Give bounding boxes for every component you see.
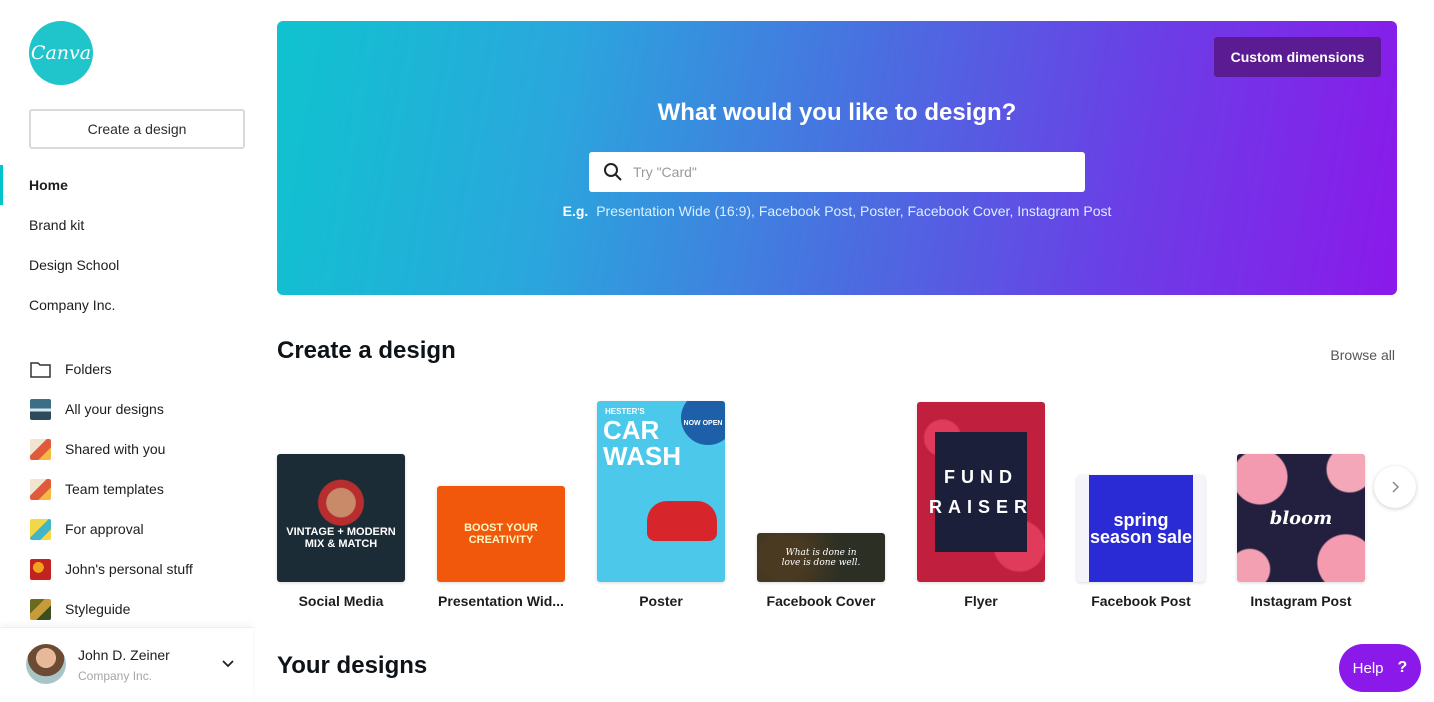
folder-item-team-templates[interactable]: Team templates	[0, 469, 253, 509]
card-label: Social Media	[298, 593, 384, 609]
nav-label: Brand kit	[29, 217, 85, 233]
card-art-text: spring season sale	[1089, 509, 1193, 547]
example-link[interactable]: Poster	[860, 203, 900, 219]
card-label: Flyer	[964, 593, 998, 609]
personal-thumbnail-icon	[30, 558, 51, 580]
folder-item-all-designs[interactable]: All your designs	[0, 389, 253, 429]
nav-item-brand-kit[interactable]: Brand kit	[0, 205, 253, 245]
folder-item-personal[interactable]: John's personal stuff	[0, 549, 253, 589]
shared-thumbnail-icon	[30, 438, 51, 460]
help-label: Help	[1352, 659, 1384, 677]
folder-item-styleguide[interactable]: Styleguide	[0, 589, 253, 629]
design-type-carousel: VINTAGE + MODERN MIX & MATCH Social Medi…	[277, 400, 1407, 615]
card-thumbnail: spring season sale	[1077, 475, 1205, 582]
designs-thumbnail-icon	[30, 398, 51, 420]
folder-label: Team templates	[65, 481, 164, 497]
folder-label: Styleguide	[65, 601, 131, 617]
user-name: John D. Zeiner	[78, 647, 170, 663]
card-art-text: CAR WASH	[603, 415, 681, 471]
design-search[interactable]	[589, 152, 1085, 192]
nav-item-company[interactable]: Company Inc.	[0, 285, 253, 325]
nav-label: Home	[29, 177, 68, 193]
approval-thumbnail-icon	[30, 518, 51, 540]
fb-post-panel: spring season sale	[1089, 475, 1193, 582]
create-design-heading: Create a design	[277, 337, 456, 364]
folder-label: All your designs	[65, 401, 164, 417]
main-nav: Home Brand kit Design School Company Inc…	[0, 165, 253, 325]
card-art-text: BOOST YOUR CREATIVITY	[464, 522, 538, 546]
folder-label: Shared with you	[65, 441, 166, 457]
user-menu[interactable]: John D. Zeiner Company Inc.	[0, 627, 253, 702]
nav-label: Design School	[29, 257, 120, 273]
user-org: Company Inc.	[78, 669, 153, 683]
card-label: Facebook Post	[1091, 593, 1191, 609]
avatar	[26, 644, 66, 684]
card-art-text: VINTAGE + MODERN MIX & MATCH	[286, 526, 396, 550]
logo-text: Canva	[30, 42, 92, 64]
card-art-text: What is done in love is done well.	[781, 547, 861, 568]
card-thumbnail: FUND RAISER	[917, 402, 1045, 582]
examples-prefix: E.g.	[562, 203, 589, 219]
example-link[interactable]: Instagram Post	[1017, 203, 1111, 219]
hero-title: What would you like to design?	[657, 99, 1017, 126]
your-designs-heading: Your designs	[277, 652, 428, 679]
example-link[interactable]: Presentation Wide (16:9)	[596, 203, 751, 219]
folder-item-shared[interactable]: Shared with you	[0, 429, 253, 469]
team-thumbnail-icon	[30, 478, 51, 500]
card-art-text: FUND RAISER	[929, 467, 1034, 517]
chevron-down-icon[interactable]	[219, 655, 237, 673]
card-thumbnail: VINTAGE + MODERN MIX & MATCH	[277, 454, 405, 582]
card-label: Instagram Post	[1250, 593, 1352, 609]
folder-icon	[30, 361, 51, 378]
carousel-next-button[interactable]	[1374, 466, 1416, 508]
car-illustration	[647, 501, 717, 541]
create-design-button[interactable]: Create a design	[29, 109, 245, 149]
example-link[interactable]: Facebook Post	[759, 203, 852, 219]
folders-list: Folders All your designs Shared with you…	[0, 349, 253, 629]
card-label: Poster	[639, 593, 683, 609]
card-thumbnail: HESTER'S NOW OPEN CAR WASH	[597, 401, 725, 582]
folder-label: Folders	[65, 361, 112, 377]
custom-dimensions-button[interactable]: Custom dimensions	[1214, 37, 1381, 77]
sidebar: Canva Create a design Home Brand kit Des…	[0, 0, 253, 702]
nav-item-home[interactable]: Home	[0, 165, 253, 205]
folder-label: John's personal stuff	[65, 561, 193, 577]
card-thumbnail: What is done in love is done well.	[757, 533, 885, 582]
folder-label: For approval	[65, 521, 144, 537]
browse-all-link[interactable]: Browse all	[1330, 347, 1395, 363]
nav-item-design-school[interactable]: Design School	[0, 245, 253, 285]
design-hero: Custom dimensions What would you like to…	[277, 21, 1397, 295]
help-button[interactable]: Help ?	[1339, 644, 1421, 692]
search-icon	[604, 163, 622, 181]
search-input[interactable]	[633, 164, 1053, 180]
example-link[interactable]: Facebook Cover	[907, 203, 1009, 219]
card-label: Presentation Wid...	[438, 593, 564, 609]
folder-item-folders[interactable]: Folders	[0, 349, 253, 389]
chevron-right-icon	[1392, 481, 1400, 493]
styleguide-thumbnail-icon	[30, 598, 51, 620]
card-thumbnail: BOOST YOUR CREATIVITY	[437, 486, 565, 582]
nav-label: Company Inc.	[29, 297, 116, 313]
card-art-text: bloom	[1269, 507, 1333, 529]
card-thumbnail: bloom	[1237, 454, 1365, 582]
card-label: Facebook Cover	[766, 593, 876, 609]
question-icon: ?	[1397, 659, 1408, 676]
search-examples: E.g. Presentation Wide (16:9), Facebook …	[562, 203, 1112, 219]
canva-logo[interactable]: Canva	[29, 21, 93, 85]
folder-item-for-approval[interactable]: For approval	[0, 509, 253, 549]
